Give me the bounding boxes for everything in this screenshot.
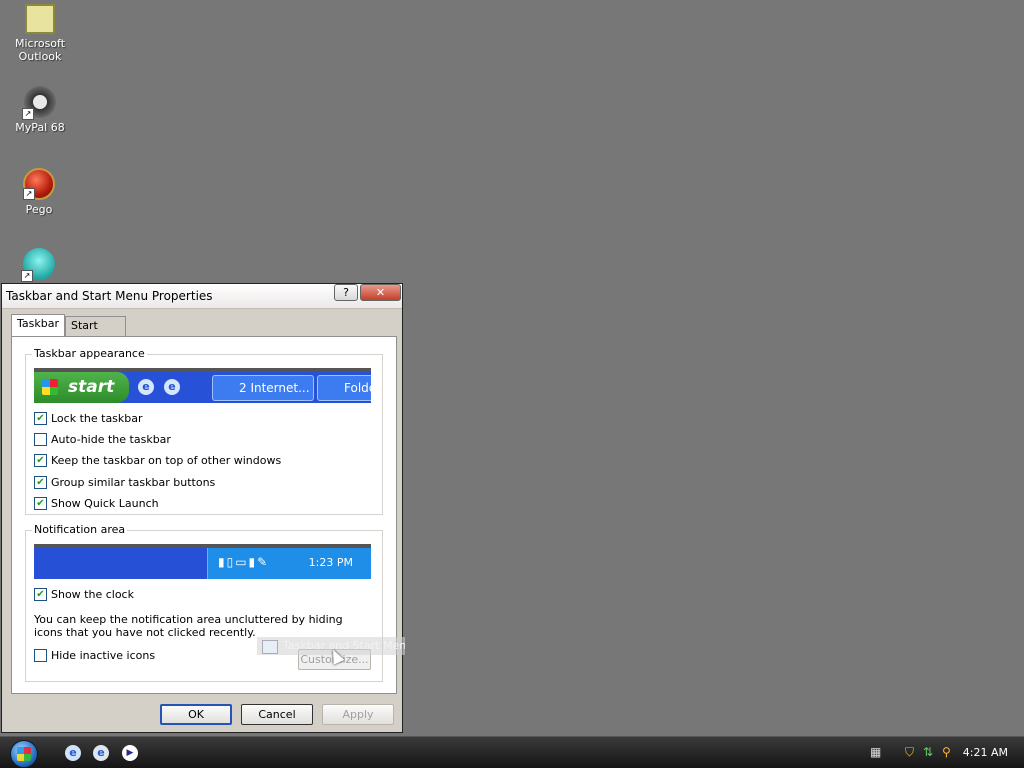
quick-launch-ie-icon[interactable]: e: [93, 745, 109, 761]
group-similar-label: Group similar taskbar buttons: [51, 476, 216, 489]
group-similar-checkbox[interactable]: ✔: [34, 476, 47, 489]
preview-start-label: start: [68, 377, 115, 397]
desktop-icon-label: Microsoft Outlook: [14, 37, 66, 63]
shortcut-arrow-icon: ↗: [23, 188, 35, 200]
media-player-icon[interactable]: ▶: [122, 745, 138, 761]
desktop-icon-pego[interactable]: ↗ Pego: [1, 168, 77, 216]
internet-explorer-icon: e: [138, 379, 154, 395]
keep-on-top-label: Keep the taskbar on top of other windows: [51, 454, 282, 467]
notification-area-label: Notification area: [32, 523, 128, 536]
help-button[interactable]: ?: [334, 284, 358, 301]
desktop-icon-label: MyPal 68: [15, 121, 65, 134]
preview-task-button-folder: Folde: [317, 375, 371, 401]
taskbar-clock[interactable]: 4:21 AM: [963, 746, 1008, 759]
windows-flag-icon: [42, 379, 58, 395]
desktop-icon-outlook[interactable]: Microsoft Outlook: [2, 4, 78, 63]
shortcut-arrow-icon: ↗: [21, 270, 33, 282]
dialog-titlebar[interactable]: Taskbar and Start Menu Properties ? ✕: [2, 284, 402, 309]
show-clock-checkbox[interactable]: ✔: [34, 588, 47, 601]
start-orb-button[interactable]: [10, 740, 38, 768]
notification-preview: ▮▯▭▮✎ 1:23 PM: [34, 544, 371, 579]
tab-taskbar[interactable]: Taskbar: [11, 314, 65, 336]
preview-tray: ▮▯▭▮✎ 1:23 PM: [207, 548, 371, 579]
notification-info-text: You can keep the notification area unclu…: [34, 613, 343, 639]
show-quick-launch-checkbox[interactable]: ✔: [34, 497, 47, 510]
preview-task-label: Folde: [344, 381, 371, 395]
hide-inactive-label: Hide inactive icons: [51, 649, 156, 662]
apply-button[interactable]: Apply: [322, 704, 394, 725]
keyboard-icon[interactable]: ▦: [870, 745, 881, 759]
preview-tray-icons: ▮▯▭▮✎: [218, 555, 270, 569]
cancel-button[interactable]: Cancel: [241, 704, 313, 725]
desktop-icon-label: Pego: [25, 203, 53, 216]
preview-tray-time: 1:23 PM: [308, 556, 353, 569]
windows-flag-icon: [17, 747, 31, 761]
outlook-icon: [25, 4, 55, 34]
taskbar-preview: start e e 2 Internet... Folde: [34, 368, 371, 403]
close-button[interactable]: ✕: [360, 284, 401, 301]
show-quick-launch-label: Show Quick Launch: [51, 497, 159, 510]
lock-taskbar-checkbox[interactable]: ✔: [34, 412, 47, 425]
desktop-icon-mypal[interactable]: ↗ MyPal 68: [2, 86, 78, 134]
taskbar-properties-dialog: Taskbar and Start Menu Properties ? ✕ Ta…: [1, 283, 403, 733]
shortcut-arrow-icon: ↗: [22, 108, 34, 120]
dialog-title: Taskbar and Start Menu Properties: [6, 289, 213, 303]
search-icon[interactable]: ⚲: [942, 745, 951, 759]
ok-button[interactable]: OK: [160, 704, 232, 725]
window-icon: [262, 640, 278, 654]
preview-task-button-internet: 2 Internet...: [212, 375, 314, 401]
auto-hide-checkbox[interactable]: [34, 433, 47, 446]
pego-icon: ↗: [23, 168, 55, 200]
security-shield-icon[interactable]: ⛉: [905, 745, 914, 760]
auto-hide-label: Auto-hide the taskbar: [51, 433, 171, 446]
keep-on-top-checkbox[interactable]: ✔: [34, 454, 47, 467]
taskbar: e e ▶ ▦ ⛉ ⇅ ⚲ 4:21 AM: [0, 736, 1024, 768]
desktop-show-icon: e: [164, 379, 180, 395]
lock-taskbar-label: Lock the taskbar: [51, 412, 143, 425]
tab-start-menu[interactable]: Start Menu: [65, 316, 126, 350]
mypal-raccoon-icon: ↗: [22, 86, 56, 120]
network-icon[interactable]: ⇅: [923, 745, 933, 759]
desktop-icon-teal-app[interactable]: ↗: [1, 248, 77, 283]
taskbar-appearance-label: Taskbar appearance: [32, 347, 147, 360]
teal-app-icon: ↗: [21, 248, 55, 282]
preview-task-label: 2 Internet...: [239, 381, 310, 395]
internet-explorer-icon[interactable]: e: [65, 745, 81, 761]
hide-inactive-checkbox[interactable]: [34, 649, 47, 662]
preview-start-button: start: [34, 372, 129, 403]
show-clock-label: Show the clock: [51, 588, 134, 601]
drag-ghost-label: Taskbar and Start Menu: [283, 639, 405, 652]
